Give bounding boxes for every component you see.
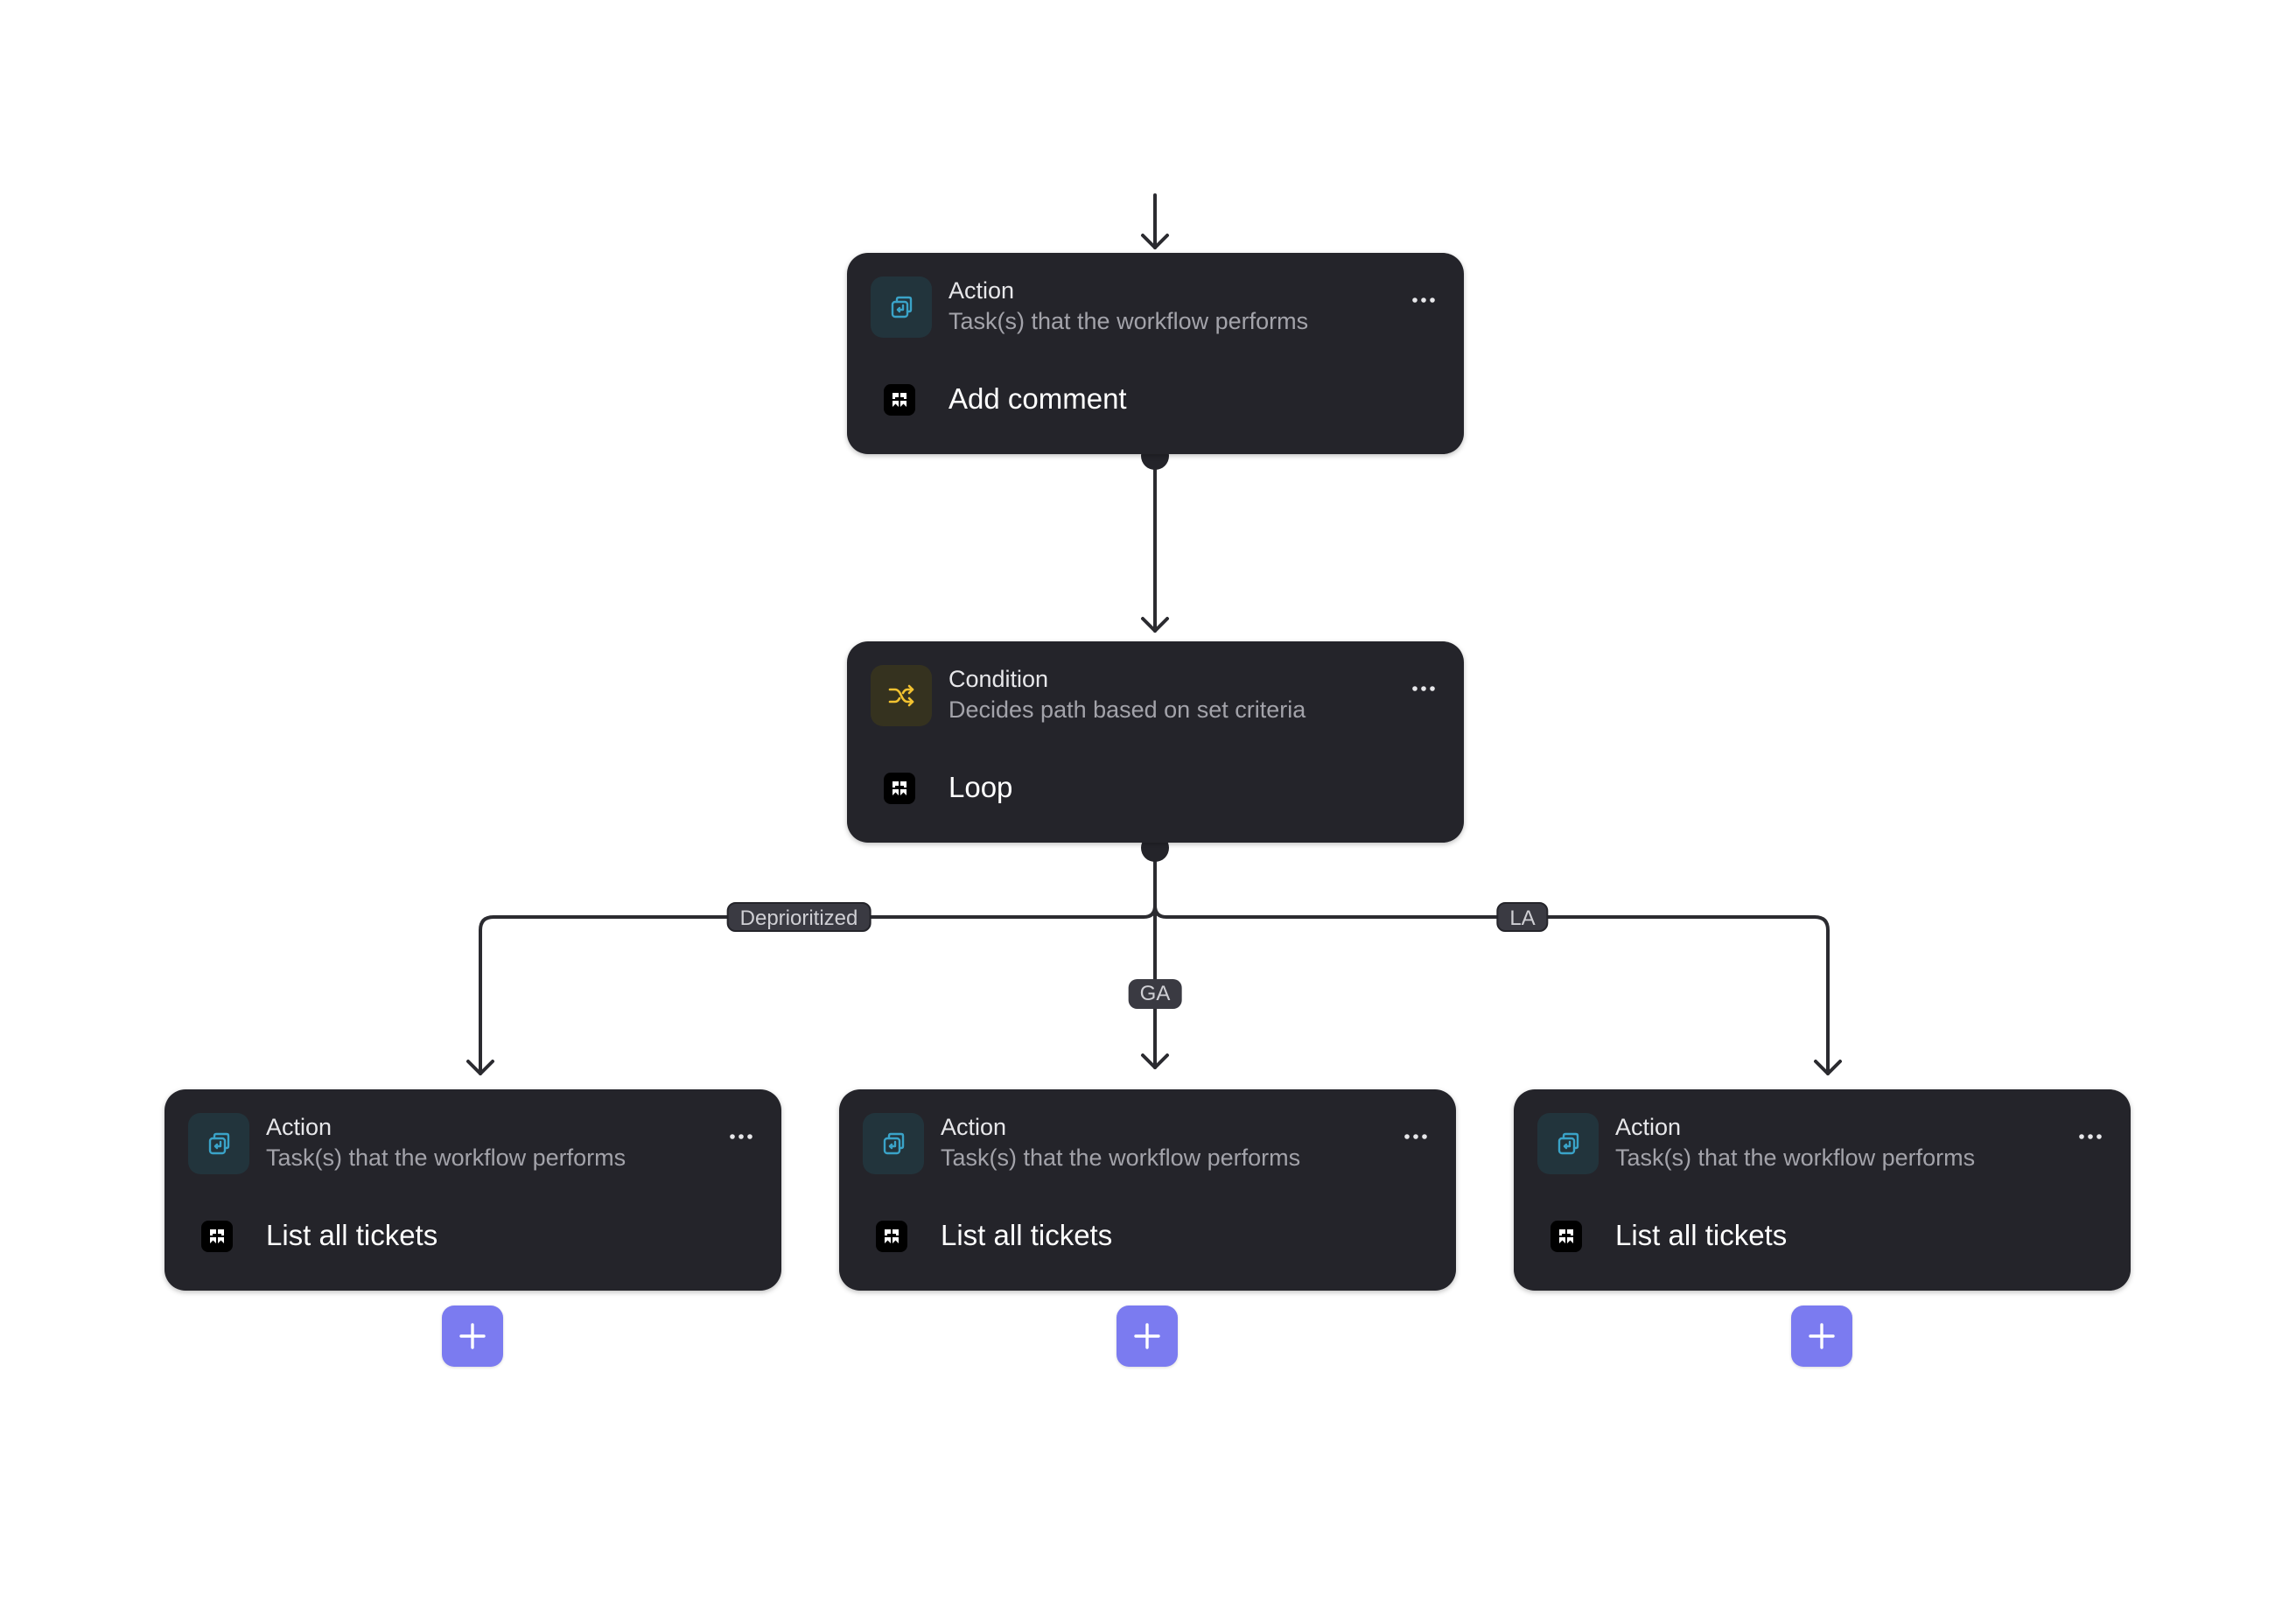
connector-branch-right — [1153, 904, 1830, 1075]
node-action-add-comment[interactable]: Action Task(s) that the workflow perform… — [847, 253, 1464, 454]
action-icon — [871, 276, 932, 338]
node-action-list-center[interactable]: Action Task(s) that the workflow perform… — [839, 1089, 1456, 1291]
node-type-label: Action — [941, 1114, 1007, 1140]
app-logo-icon — [201, 1221, 233, 1252]
branch-label-la[interactable]: LA — [1496, 902, 1549, 932]
add-step-button[interactable] — [1116, 1306, 1178, 1367]
action-icon — [863, 1113, 924, 1174]
node-type-label: Action — [948, 277, 1015, 304]
more-horizontal-icon[interactable] — [1406, 676, 1441, 701]
branch-label-ga[interactable]: GA — [1128, 979, 1182, 1009]
node-step-label: Add comment — [948, 382, 1127, 415]
app-logo-icon — [876, 1221, 907, 1252]
node-step-label: List all tickets — [1615, 1219, 1788, 1251]
node-description: Task(s) that the workflow performs — [948, 308, 1309, 334]
more-horizontal-icon[interactable] — [2073, 1124, 2108, 1149]
more-horizontal-icon[interactable] — [1398, 1124, 1433, 1149]
node-step-label: Loop — [948, 771, 1013, 803]
plus-icon — [459, 1323, 486, 1349]
node-action-list-right[interactable]: Action Task(s) that the workflow perform… — [1514, 1089, 2131, 1291]
node-action-list-left[interactable]: Action Task(s) that the workflow perform… — [164, 1089, 781, 1291]
more-horizontal-icon[interactable] — [1406, 288, 1441, 312]
workflow-canvas: Action Task(s) that the workflow perform… — [0, 0, 2296, 1603]
node-description: Task(s) that the workflow performs — [266, 1144, 626, 1171]
add-step-button[interactable] — [442, 1306, 503, 1367]
more-horizontal-icon[interactable] — [724, 1124, 759, 1149]
app-logo-icon — [1550, 1221, 1582, 1252]
branch-label-deprioritized[interactable]: Deprioritized — [726, 902, 872, 932]
node-type-label: Action — [1615, 1114, 1682, 1140]
add-step-button[interactable] — [1791, 1306, 1852, 1367]
node-type-label: Action — [266, 1114, 332, 1140]
plus-icon — [1134, 1323, 1160, 1349]
app-logo-icon — [884, 773, 915, 804]
app-logo-icon — [884, 384, 915, 416]
node-description: Task(s) that the workflow performs — [941, 1144, 1301, 1171]
node-description: Decides path based on set criteria — [948, 696, 1306, 723]
node-step-label: List all tickets — [941, 1219, 1113, 1251]
node-description: Task(s) that the workflow performs — [1615, 1144, 1976, 1171]
node-step-label: List all tickets — [266, 1219, 438, 1251]
action-icon — [1537, 1113, 1599, 1174]
plus-icon — [1809, 1323, 1835, 1349]
node-type-label: Condition — [948, 666, 1049, 692]
shuffle-icon — [871, 665, 932, 726]
node-condition-loop[interactable]: Condition Decides path based on set crit… — [847, 641, 1464, 843]
action-icon — [188, 1113, 249, 1174]
